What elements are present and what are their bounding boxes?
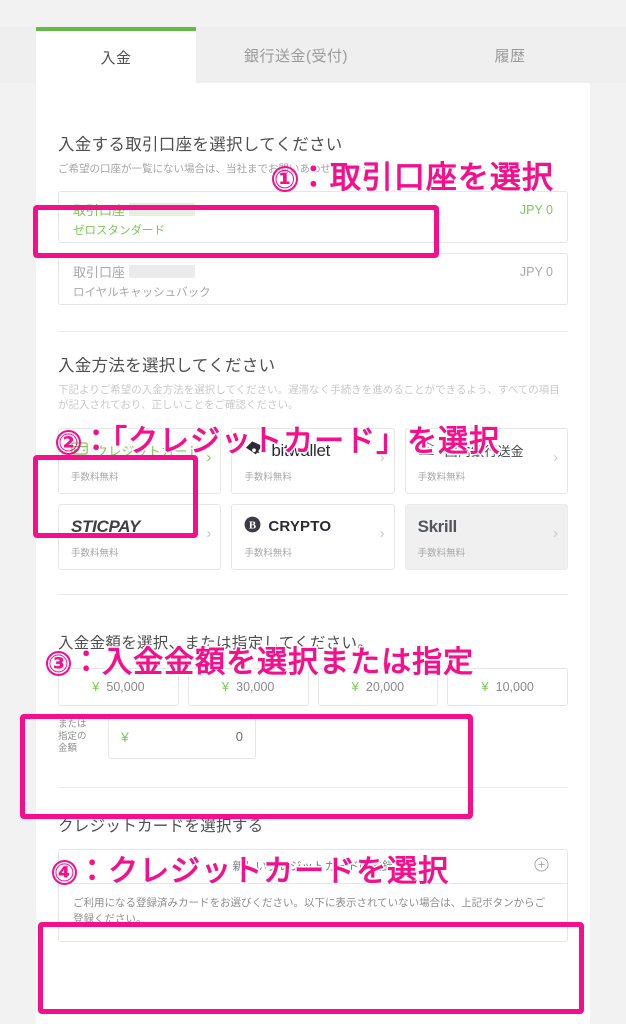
custom-amount-label-line: または <box>58 718 87 730</box>
tab-history-label: 履歴 <box>494 47 526 65</box>
account-card-royal-cashback[interactable]: 取引口座 JPY 0 ロイヤルキャッシュバック <box>58 253 568 306</box>
annotation-1-text: ：取引口座を選択 <box>296 159 554 197</box>
account-balance: JPY 0 <box>519 202 553 217</box>
annotation-4-number: ④ <box>52 860 78 887</box>
chevron-right-icon: › <box>552 448 558 466</box>
method-name: CRYPTO <box>268 518 332 536</box>
svg-text:B: B <box>249 519 256 531</box>
account-number-redacted <box>129 265 196 279</box>
account-label: 取引口座 <box>73 203 126 219</box>
amount-value: 50,000 <box>106 679 145 694</box>
method-name: Skrill <box>417 516 458 536</box>
account-label: 取引口座 <box>73 265 126 281</box>
method-fee: 手数料無料 <box>244 471 292 483</box>
method-tile-sticpay[interactable]: STICPAY 手数料無料 › <box>58 503 222 570</box>
custom-amount-input[interactable]: ¥ 0 <box>108 714 256 759</box>
chevron-right-icon: › <box>206 524 212 542</box>
amount-value: 30,000 <box>236 679 275 694</box>
bitcoin-icon: B <box>244 516 261 538</box>
method-fee: 手数料無料 <box>244 547 292 559</box>
method-fee: 手数料無料 <box>417 547 466 559</box>
custom-amount-label: または 指定の 金額 <box>58 719 98 755</box>
account-number-redacted <box>129 203 196 217</box>
account-type: ゼロスタンダード <box>73 225 165 238</box>
tab-deposit[interactable]: 入金 <box>36 27 196 93</box>
card-section-title: クレジットカードを選択する <box>58 817 264 835</box>
yen-symbol: ¥ <box>92 679 100 695</box>
account-card-zero-standard[interactable]: 取引口座 JPY 0 ゼロスタンダード <box>58 191 568 244</box>
yen-symbol: ¥ <box>351 679 359 695</box>
method-tile-crypto[interactable]: B CRYPTO 手数料無料 › <box>231 503 395 570</box>
annotation-3-text: ：入金金額を選択または指定 <box>70 645 475 681</box>
card-section-note: ご利用になる登録済みカードをお選びください。以下に表示されていない場合は、上記ボ… <box>73 896 546 926</box>
custom-amount-row: または 指定の 金額 ¥ 0 <box>58 714 568 759</box>
method-section-title: 入金方法を選択してください <box>58 357 276 376</box>
amount-value: 20,000 <box>365 679 405 694</box>
yen-symbol: ¥ <box>481 679 489 695</box>
annotation-1: ①：取引口座を選択 <box>272 152 554 197</box>
annotation-3: ③：入金金額を選択または指定 <box>46 637 475 681</box>
method-name: STICPAY <box>71 516 141 536</box>
custom-amount-value: 0 <box>235 729 243 745</box>
tab-history[interactable]: 履歴 <box>420 27 600 83</box>
annotation-4: ④：クレジットカードを選択 <box>52 846 450 890</box>
method-fee: 手数料無料 <box>417 471 466 483</box>
method-fee: 手数料無料 <box>71 471 119 483</box>
yen-symbol: ¥ <box>221 679 230 695</box>
method-section-subtitle: 下記よりご希望の入金方法を選択してください。遅滞なく手続きを進めることができるよ… <box>58 384 560 412</box>
tab-bank-transfer-label: 銀行送金(受付) <box>244 47 348 65</box>
annotation-4-text: ：クレジットカードを選択 <box>76 854 450 890</box>
chevron-right-icon: › <box>552 524 558 542</box>
tab-deposit-label: 入金 <box>100 49 132 67</box>
annotation-3-number: ③ <box>46 651 72 678</box>
method-tile-skrill[interactable]: Skrill 手数料無料 › <box>404 503 568 570</box>
account-balance: JPY 0 <box>519 264 553 279</box>
account-type: ロイヤルキャッシュバック <box>73 287 211 300</box>
annotation-1-number: ① <box>272 166 298 194</box>
deposit-page: 入金 銀行送金(受付) 履歴 入金する取引口座を選択してください ご希望の口座が… <box>0 0 626 1024</box>
annotation-2: ②：「クレジットカード」を選択 <box>56 416 501 460</box>
custom-amount-label-line: 金額 <box>58 742 78 754</box>
custom-amount-label-line: 指定の <box>58 730 87 742</box>
tab-bar: 入金 銀行送金(受付) 履歴 <box>0 27 626 93</box>
amount-value: 10,000 <box>495 679 534 694</box>
chevron-right-icon: › <box>379 524 385 542</box>
tab-bank-transfer[interactable]: 銀行送金(受付) <box>196 27 396 83</box>
yen-symbol: ¥ <box>121 728 129 745</box>
method-fee: 手数料無料 <box>71 547 119 559</box>
annotation-2-number: ② <box>56 430 82 457</box>
plus-circle-icon[interactable] <box>534 857 549 875</box>
annotation-2-text: ：「クレジットカード」を選択 <box>80 424 501 460</box>
